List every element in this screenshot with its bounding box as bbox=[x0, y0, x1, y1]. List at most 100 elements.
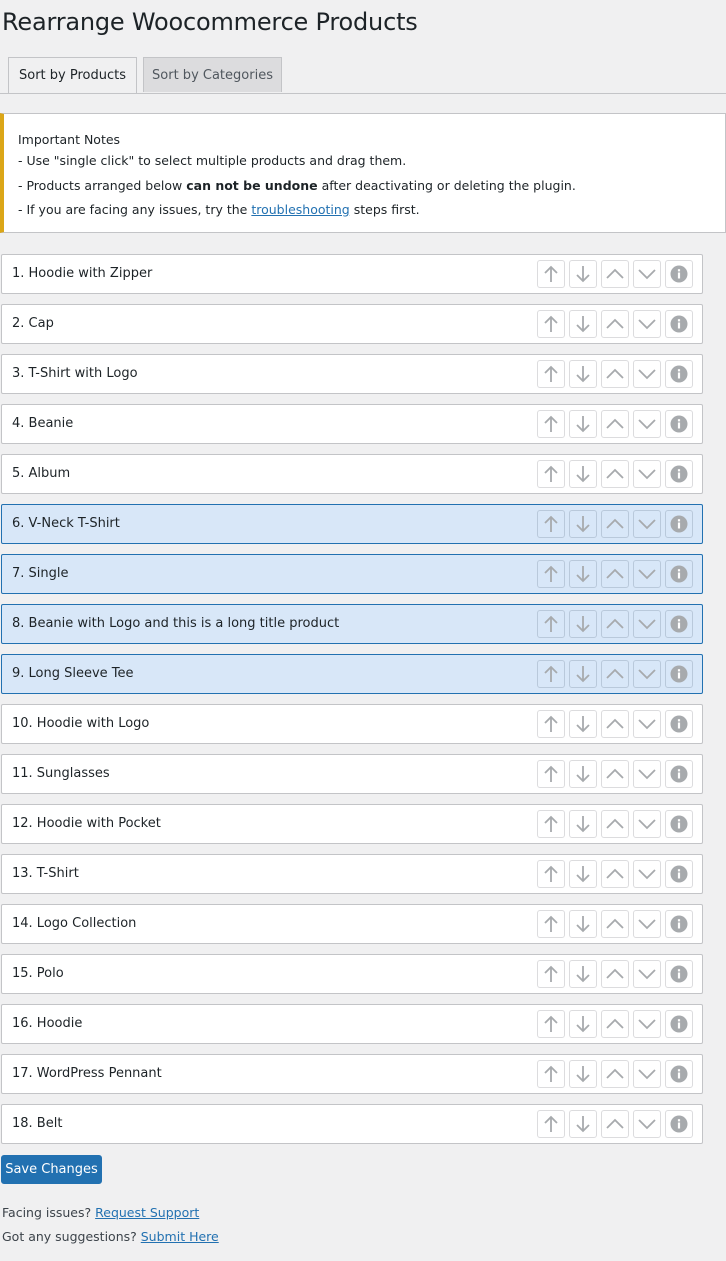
arrow-down-button[interactable] bbox=[569, 1060, 597, 1088]
arrow-up-button[interactable] bbox=[537, 760, 565, 788]
arrow-down-button[interactable] bbox=[569, 910, 597, 938]
chevron-down-button[interactable] bbox=[633, 910, 661, 938]
info-button[interactable] bbox=[665, 1110, 693, 1138]
chevron-down-button[interactable] bbox=[633, 360, 661, 388]
chevron-up-button[interactable] bbox=[601, 910, 629, 938]
arrow-down-button[interactable] bbox=[569, 960, 597, 988]
info-button[interactable] bbox=[665, 910, 693, 938]
arrow-up-button[interactable] bbox=[537, 510, 565, 538]
product-row[interactable]: 17. WordPress Pennant bbox=[1, 1054, 703, 1094]
chevron-down-button[interactable] bbox=[633, 810, 661, 838]
info-button[interactable] bbox=[665, 310, 693, 338]
arrow-down-button[interactable] bbox=[569, 560, 597, 588]
chevron-up-button[interactable] bbox=[601, 560, 629, 588]
chevron-down-button[interactable] bbox=[633, 860, 661, 888]
chevron-up-button[interactable] bbox=[601, 260, 629, 288]
info-button[interactable] bbox=[665, 510, 693, 538]
chevron-down-button[interactable] bbox=[633, 960, 661, 988]
arrow-up-button[interactable] bbox=[537, 1010, 565, 1038]
chevron-up-button[interactable] bbox=[601, 1110, 629, 1138]
troubleshooting-link[interactable]: troubleshooting bbox=[251, 202, 349, 217]
submit-here-link[interactable]: Submit Here bbox=[141, 1229, 219, 1244]
chevron-up-button[interactable] bbox=[601, 810, 629, 838]
arrow-up-button[interactable] bbox=[537, 410, 565, 438]
chevron-down-button[interactable] bbox=[633, 1010, 661, 1038]
product-row[interactable]: 12. Hoodie with Pocket bbox=[1, 804, 703, 844]
chevron-up-button[interactable] bbox=[601, 710, 629, 738]
arrow-down-button[interactable] bbox=[569, 660, 597, 688]
arrow-up-button[interactable] bbox=[537, 710, 565, 738]
product-row[interactable]: 10. Hoodie with Logo bbox=[1, 704, 703, 744]
chevron-up-button[interactable] bbox=[601, 460, 629, 488]
save-changes-button[interactable]: Save Changes bbox=[1, 1155, 102, 1184]
product-row[interactable]: 7. Single bbox=[1, 554, 703, 594]
info-button[interactable] bbox=[665, 960, 693, 988]
product-row[interactable]: 18. Belt bbox=[1, 1104, 703, 1144]
product-row[interactable]: 11. Sunglasses bbox=[1, 754, 703, 794]
info-button[interactable] bbox=[665, 610, 693, 638]
chevron-up-button[interactable] bbox=[601, 510, 629, 538]
product-row[interactable]: 3. T-Shirt with Logo bbox=[1, 354, 703, 394]
chevron-down-button[interactable] bbox=[633, 710, 661, 738]
arrow-down-button[interactable] bbox=[569, 510, 597, 538]
chevron-down-button[interactable] bbox=[633, 610, 661, 638]
product-row[interactable]: 2. Cap bbox=[1, 304, 703, 344]
chevron-down-button[interactable] bbox=[633, 1110, 661, 1138]
arrow-up-button[interactable] bbox=[537, 260, 565, 288]
arrow-up-button[interactable] bbox=[537, 910, 565, 938]
arrow-down-button[interactable] bbox=[569, 860, 597, 888]
chevron-down-button[interactable] bbox=[633, 660, 661, 688]
arrow-down-button[interactable] bbox=[569, 1110, 597, 1138]
arrow-up-button[interactable] bbox=[537, 1060, 565, 1088]
tab-sort-by-categories[interactable]: Sort by Categories bbox=[143, 57, 282, 92]
info-button[interactable] bbox=[665, 360, 693, 388]
arrow-down-button[interactable] bbox=[569, 760, 597, 788]
chevron-up-button[interactable] bbox=[601, 660, 629, 688]
arrow-down-button[interactable] bbox=[569, 710, 597, 738]
chevron-up-button[interactable] bbox=[601, 310, 629, 338]
product-row[interactable]: 15. Polo bbox=[1, 954, 703, 994]
chevron-up-button[interactable] bbox=[601, 1060, 629, 1088]
arrow-up-button[interactable] bbox=[537, 1110, 565, 1138]
info-button[interactable] bbox=[665, 810, 693, 838]
chevron-up-button[interactable] bbox=[601, 1010, 629, 1038]
arrow-up-button[interactable] bbox=[537, 560, 565, 588]
arrow-down-button[interactable] bbox=[569, 460, 597, 488]
info-button[interactable] bbox=[665, 410, 693, 438]
product-row[interactable]: 6. V-Neck T-Shirt bbox=[1, 504, 703, 544]
arrow-up-button[interactable] bbox=[537, 660, 565, 688]
product-row[interactable]: 9. Long Sleeve Tee bbox=[1, 654, 703, 694]
arrow-down-button[interactable] bbox=[569, 410, 597, 438]
chevron-up-button[interactable] bbox=[601, 960, 629, 988]
arrow-down-button[interactable] bbox=[569, 610, 597, 638]
arrow-up-button[interactable] bbox=[537, 860, 565, 888]
arrow-up-button[interactable] bbox=[537, 310, 565, 338]
info-button[interactable] bbox=[665, 460, 693, 488]
chevron-down-button[interactable] bbox=[633, 310, 661, 338]
info-button[interactable] bbox=[665, 860, 693, 888]
info-button[interactable] bbox=[665, 1060, 693, 1088]
arrow-up-button[interactable] bbox=[537, 360, 565, 388]
chevron-up-button[interactable] bbox=[601, 760, 629, 788]
info-button[interactable] bbox=[665, 710, 693, 738]
info-button[interactable] bbox=[665, 760, 693, 788]
arrow-down-button[interactable] bbox=[569, 260, 597, 288]
chevron-down-button[interactable] bbox=[633, 510, 661, 538]
info-button[interactable] bbox=[665, 660, 693, 688]
info-button[interactable] bbox=[665, 260, 693, 288]
info-button[interactable] bbox=[665, 560, 693, 588]
chevron-down-button[interactable] bbox=[633, 460, 661, 488]
chevron-up-button[interactable] bbox=[601, 360, 629, 388]
arrow-down-button[interactable] bbox=[569, 810, 597, 838]
chevron-down-button[interactable] bbox=[633, 760, 661, 788]
chevron-up-button[interactable] bbox=[601, 860, 629, 888]
arrow-up-button[interactable] bbox=[537, 460, 565, 488]
chevron-up-button[interactable] bbox=[601, 610, 629, 638]
product-row[interactable]: 14. Logo Collection bbox=[1, 904, 703, 944]
tab-sort-by-products[interactable]: Sort by Products bbox=[8, 57, 137, 93]
arrow-down-button[interactable] bbox=[569, 1010, 597, 1038]
product-row[interactable]: 5. Album bbox=[1, 454, 703, 494]
product-row[interactable]: 13. T-Shirt bbox=[1, 854, 703, 894]
arrow-down-button[interactable] bbox=[569, 360, 597, 388]
chevron-down-button[interactable] bbox=[633, 560, 661, 588]
